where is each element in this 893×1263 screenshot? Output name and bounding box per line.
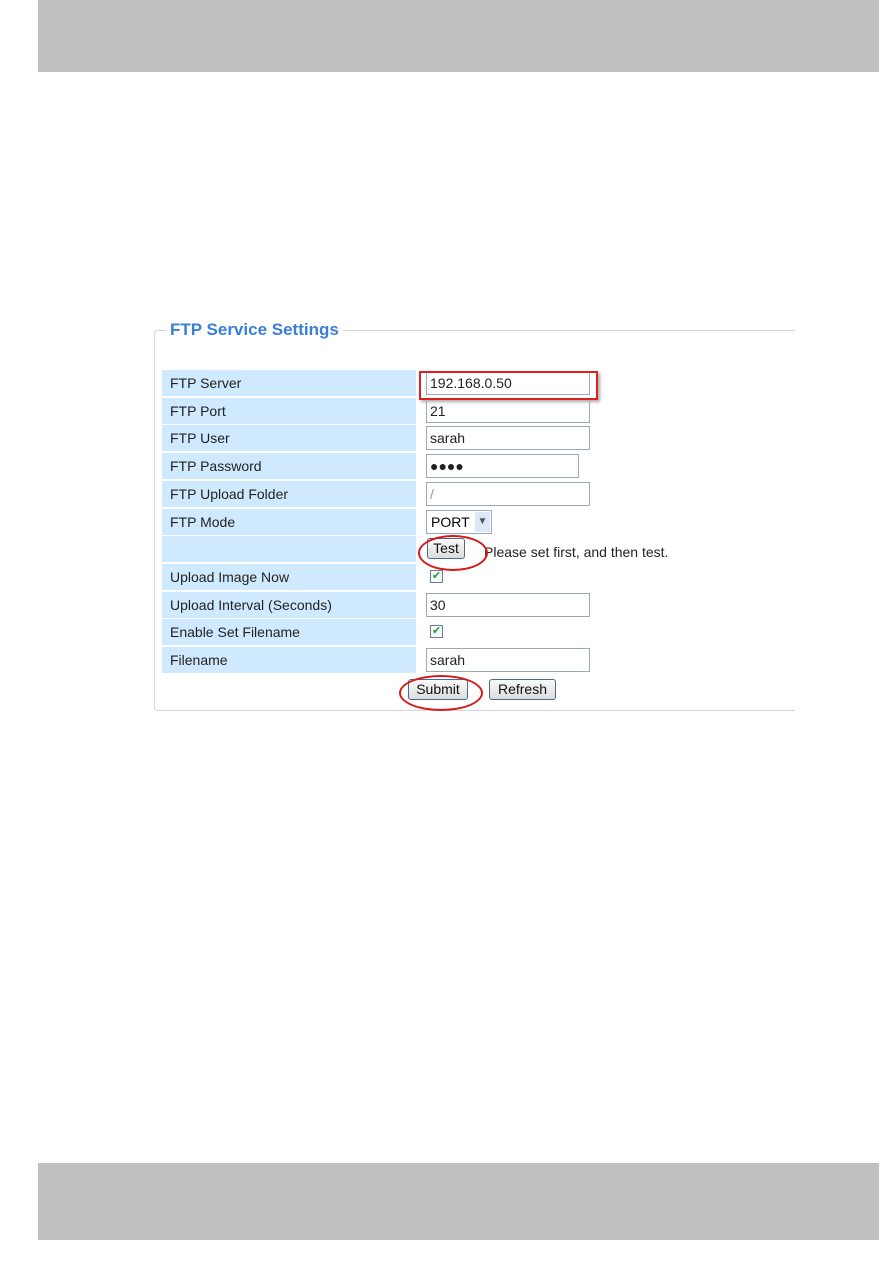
form-row: FTP Mode PORT ▼ <box>162 508 762 535</box>
field-label: FTP Port <box>162 397 416 424</box>
form-row: Enable Set Filename ✔ <box>162 619 762 646</box>
footer-bar <box>38 1163 879 1240</box>
form-row: FTP User sarah <box>162 425 762 452</box>
field-label: Enable Set Filename <box>162 619 416 646</box>
highlight-rectangle <box>419 371 598 400</box>
panel-title: FTP Service Settings <box>166 320 343 340</box>
select-value: PORT <box>431 513 470 530</box>
ftp-upload-folder-input[interactable]: / <box>426 481 590 506</box>
form-row: FTP Port 21 <box>162 397 762 424</box>
header-bar <box>38 0 879 72</box>
ftp-port-input[interactable]: 21 <box>426 398 590 423</box>
ftp-password-input[interactable]: ●●●● <box>426 454 579 479</box>
field-label: Upload Image Now <box>162 563 416 590</box>
field-label: FTP User <box>162 425 416 452</box>
highlight-ellipse-test <box>418 535 488 571</box>
field-label: FTP Mode <box>162 508 416 535</box>
field-label: Upload Interval (Seconds) <box>162 591 416 618</box>
field-label: FTP Password <box>162 453 416 480</box>
highlight-ellipse-submit <box>399 675 483 711</box>
ftp-user-input[interactable]: sarah <box>426 426 590 451</box>
refresh-button[interactable]: Refresh <box>489 679 556 700</box>
test-message: Please set first, and then test. <box>484 544 669 560</box>
field-label <box>162 536 416 563</box>
form-row: Upload Interval (Seconds) 30 <box>162 591 762 618</box>
filename-input[interactable]: sarah <box>426 648 590 672</box>
upload-interval-seconds-input[interactable]: 30 <box>426 592 590 617</box>
enable-set-filename-checkbox[interactable]: ✔ <box>430 625 443 639</box>
field-label: FTP Server <box>162 370 416 396</box>
ftp-mode-select[interactable]: PORT ▼ <box>426 509 492 534</box>
field-label: Filename <box>162 647 416 673</box>
form-row: FTP Upload Folder / <box>162 480 762 507</box>
form-row: FTP Password ●●●● <box>162 453 762 480</box>
form-row: Filename sarah <box>162 647 762 673</box>
chevron-down-icon[interactable]: ▼ <box>475 511 490 532</box>
field-label: FTP Upload Folder <box>162 480 416 507</box>
upload-image-now-checkbox[interactable]: ✔ <box>430 569 443 583</box>
